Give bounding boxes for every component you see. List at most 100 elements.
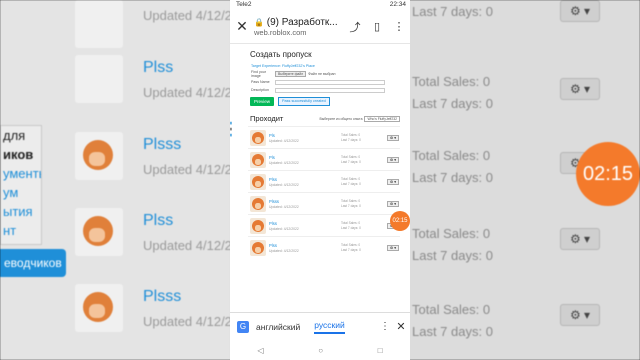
bg-row: Plsss Updated 4/12/2022 [75, 132, 254, 187]
bg-sales-total: Total Sales: 0 [412, 74, 491, 89]
target-experience-label: Target Experience: FluffyJeff232's Place [251, 64, 315, 68]
passes-list: Pls Updated: 4/12/2022 Total Sales: 0 Last… [248, 126, 400, 258]
pass-name[interactable]: Plsss [269, 199, 341, 204]
bg-sidebar-button: еводчиков [0, 249, 66, 277]
bg-name: Plss [143, 212, 174, 229]
pass-date: Updated: 4/12/2022 [269, 182, 299, 187]
bg-name: Plsss [143, 136, 182, 153]
page-title: (9) Разработк... [266, 16, 338, 28]
bg-gear-button: ⚙ ▾ [560, 78, 600, 100]
bg-thumbnail [75, 284, 123, 332]
browser-title-block[interactable]: 🔒 (9) Разработк... web.roblox.com [254, 17, 344, 37]
bg-sales-total: Total Sales: 0 [412, 148, 491, 163]
timer-bubble[interactable]: 02:15 [390, 211, 410, 231]
lock-icon: 🔒 [254, 17, 264, 27]
translate-icon: G [230, 320, 256, 333]
bg-sales-7: Last 7 days: 0 [412, 248, 493, 263]
close-translate-icon[interactable]: ✕ [392, 320, 410, 333]
url-text: web.roblox.com [254, 27, 307, 37]
pass-thumbnail [250, 151, 266, 168]
bg-sales-total: Total Sales: 0 [412, 226, 491, 241]
verify-upload-button[interactable]: Pass successfully created [278, 97, 330, 106]
pass-date: Updated: 4/12/2022 [269, 204, 299, 209]
bg-sidebar-text: ытия [3, 204, 33, 219]
pass-name[interactable]: Pls [269, 155, 341, 160]
bg-name: Plss [143, 59, 174, 76]
browser-toolbar: ✕ 🔒 (9) Разработк... web.roblox.com ⤴ ▯ … [230, 10, 410, 44]
pass-thumbnail [250, 239, 266, 256]
choose-file-button[interactable]: Выберите файл [275, 71, 307, 77]
pass-name-label: Pass Name [251, 80, 270, 84]
source-language-tab[interactable]: английский [256, 322, 300, 332]
bg-sales-7: Last 7 days: 0 [412, 4, 493, 19]
bg-sales-7: Last 7 days: 0 [412, 324, 493, 339]
filter-select[interactable]: Who's FluffyJeff232 [364, 115, 400, 122]
bg-sales-7: Last 7 days: 0 [412, 96, 493, 111]
bg-sidebar-text: иков [3, 147, 34, 162]
gear-icon[interactable]: ⚙ ▾ [387, 200, 400, 207]
pass-thumbnail [250, 217, 266, 234]
list-item[interactable]: Plsss Updated: 4/12/2022 Total Sales: 0 La… [248, 192, 400, 214]
experience-filter[interactable]: Выберите из общего опыта Who's FluffyJef… [319, 115, 400, 122]
list-item[interactable]: Plss Updated: 4/12/2022 Total Sales: 0 Las… [248, 170, 400, 192]
bg-sidebar-text: для [3, 128, 26, 143]
list-item[interactable]: Pls Updated: 4/12/2022 Total Sales: 0 Last… [248, 148, 400, 170]
pass-date: Updated: 4/12/2022 [269, 138, 299, 143]
list-item[interactable]: Plss Updated: 4/12/2022 Total Sales: 0 Las… [248, 236, 400, 258]
page-content: ▮ ▮ ▮ Создать пропуск Target Experience: F… [230, 44, 410, 312]
big-timer-overlay: 02:15 [576, 142, 640, 206]
pass-thumbnail [250, 173, 266, 190]
bg-thumbnail [75, 208, 123, 256]
bookmark-icon[interactable]: ▯ [366, 20, 388, 33]
filter-label: Выберите из общего опыта [319, 116, 363, 121]
description-label: Description [251, 88, 269, 92]
back-icon[interactable]: ◁ [257, 346, 263, 355]
sales-7-days: Last 7 days: 0 [341, 203, 361, 208]
share-icon[interactable]: ⤴ [344, 19, 366, 35]
bg-sidebar-text: ум [3, 185, 19, 200]
carrier-label: Tele2 [236, 1, 252, 8]
pass-name[interactable]: Plss [269, 177, 341, 182]
bg-sales-total: Total Sales: 0 [412, 302, 491, 317]
gear-icon[interactable]: ⚙ ▾ [387, 178, 400, 185]
pass-name[interactable]: Pls [269, 133, 341, 138]
sales-7-days: Last 7 days: 0 [341, 137, 361, 142]
pass-name-input[interactable] [275, 79, 385, 85]
translate-bar: G английский русский ⋮ ✕ [230, 312, 410, 340]
recents-icon[interactable]: □ [378, 346, 383, 355]
sales-7-days: Last 7 days: 0 [341, 159, 361, 164]
bg-thumbnail [75, 0, 123, 48]
bg-row: Plss Updated 4/12/2022 [75, 208, 254, 263]
pass-date: Updated: 4/12/2022 [269, 160, 299, 165]
list-item[interactable]: Plss Updated: 4/12/2022 Total Sales: 0 Las… [248, 214, 400, 236]
gear-icon[interactable]: ⚙ ▾ [387, 244, 400, 251]
create-pass-heading: Создать пропуск [250, 50, 312, 59]
passes-header: Проходит Выберите из общего опыта Who's … [250, 114, 400, 123]
home-icon[interactable]: ○ [318, 346, 323, 355]
page-wrapper: Создать пропуск Target Experience: Fluff… [248, 46, 400, 258]
gear-icon[interactable]: ⚙ ▾ [387, 134, 400, 141]
description-input[interactable] [275, 87, 385, 93]
more-menu-icon[interactable]: ⋮ [388, 20, 410, 33]
target-language-tab[interactable]: русский [314, 320, 345, 334]
bg-gear-button: ⚙ ▾ [560, 304, 600, 326]
list-item[interactable]: Pls Updated: 4/12/2022 Total Sales: 0 Last… [248, 126, 400, 148]
file-status: Файл не выбран [308, 72, 336, 76]
close-icon[interactable]: ✕ [230, 18, 254, 35]
image-label: Find your image [251, 70, 266, 78]
pass-name[interactable]: Plss [269, 243, 341, 248]
pass-date: Updated: 4/12/2022 [269, 248, 299, 253]
preview-button[interactable]: Preview [250, 97, 275, 106]
status-bar: Tele2 22:34 [230, 0, 410, 10]
side-fragment: ▮ ▮ ▮ [230, 121, 232, 137]
bg-sales-7: Last 7 days: 0 [412, 170, 493, 185]
more-options-icon[interactable]: ⋮ [378, 321, 392, 332]
clock: 22:34 [389, 1, 406, 8]
pass-thumbnail [250, 129, 266, 146]
bg-sidebar: для иков ументы ум ытия нт [0, 125, 42, 245]
sales-7-days: Last 7 days: 0 [341, 181, 361, 186]
bg-row: Plsss Updated 4/12/2022 [75, 284, 254, 339]
gear-icon[interactable]: ⚙ ▾ [387, 156, 400, 163]
pass-name[interactable]: Plss [269, 221, 341, 226]
bg-sidebar-text: нт [3, 223, 17, 238]
